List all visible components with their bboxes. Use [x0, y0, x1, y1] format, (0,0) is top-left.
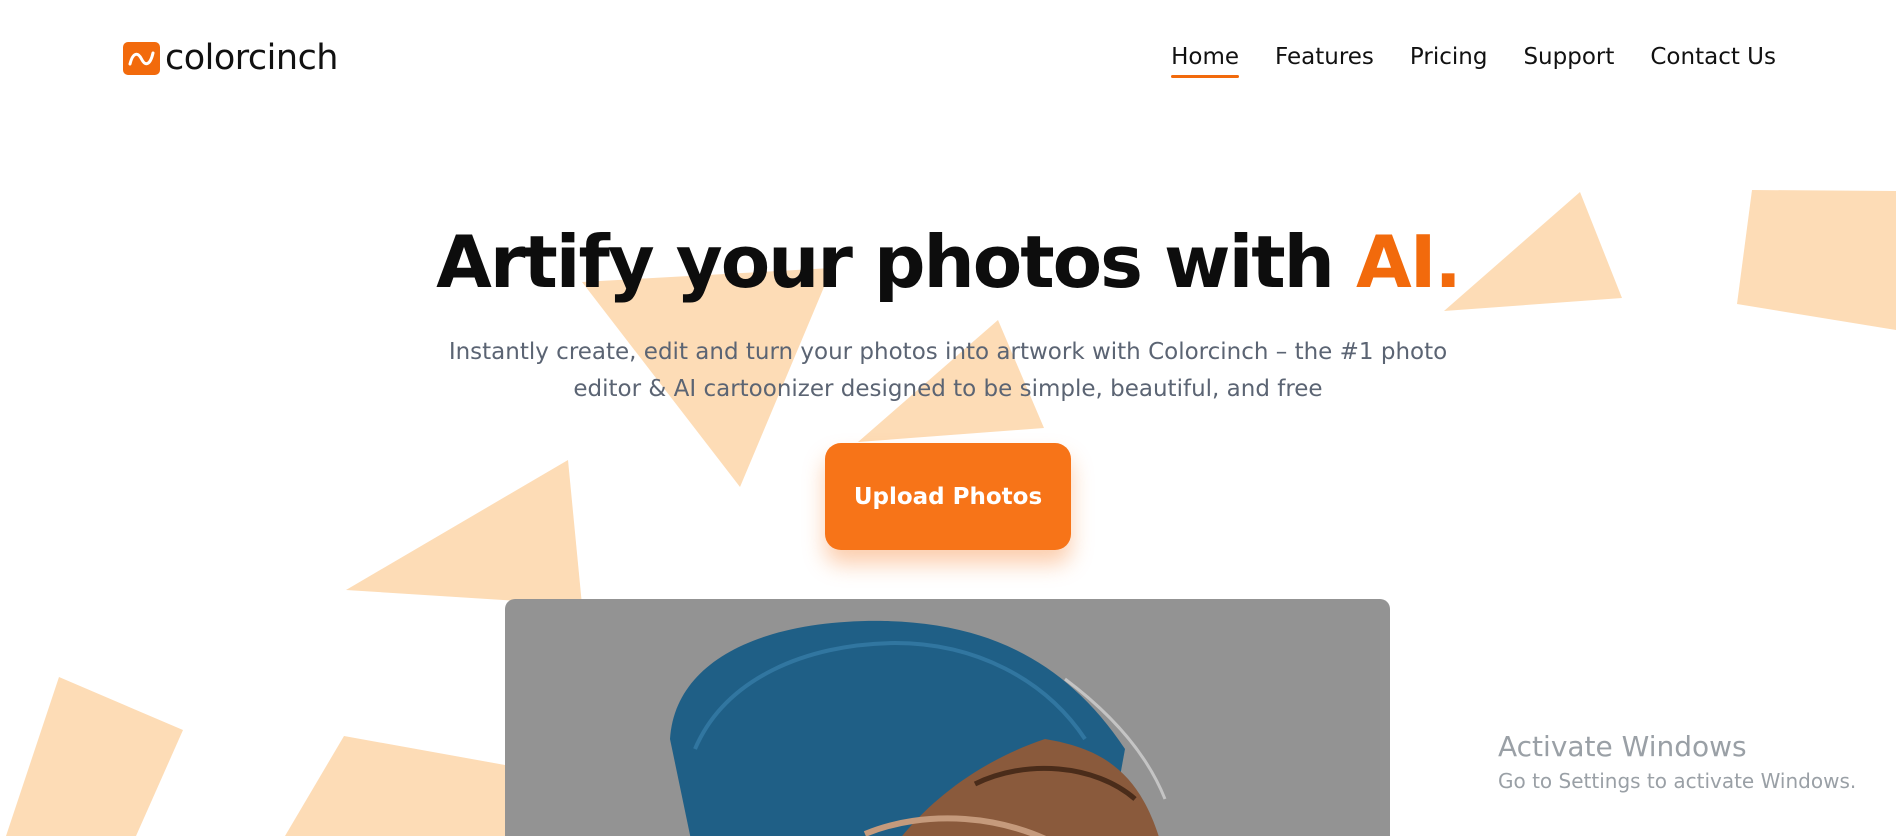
nav-features-link[interactable]: Features — [1275, 42, 1374, 72]
hero-title: Artify your photos with AI. — [0, 220, 1896, 304]
hero-title-accent: AI. — [1356, 220, 1462, 304]
main-nav: Home Features Pricing Support Contact Us — [1135, 42, 1776, 78]
brand-name: colorcinch — [165, 38, 339, 78]
nav-pricing-link[interactable]: Pricing — [1410, 42, 1488, 72]
hero-subtitle-line1: Instantly create, edit and turn your pho… — [448, 339, 1448, 365]
nav-support-link[interactable]: Support — [1523, 42, 1614, 72]
hero-title-main: Artify your photos with — [436, 220, 1356, 304]
site-header: colorcinch Home Features Pricing Support… — [0, 0, 1896, 120]
preview-image — [505, 599, 1390, 836]
hero-subtitle: Instantly create, edit and turn your pho… — [398, 334, 1498, 408]
nav-home-link[interactable]: Home — [1171, 42, 1239, 78]
watermark-title: Activate Windows — [1498, 730, 1747, 763]
watermark-subtitle: Go to Settings to activate Windows. — [1498, 769, 1857, 793]
nav-contact-link[interactable]: Contact Us — [1650, 42, 1776, 72]
windows-activation-watermark: Activate Windows Go to Settings to activ… — [1498, 728, 1856, 796]
decor-triangle — [346, 460, 582, 605]
hero-subtitle-line2: editor & AI cartoonizer designed to be s… — [573, 376, 1323, 402]
decor-quad — [6, 677, 183, 836]
wave-icon — [123, 41, 160, 75]
landing-page: colorcinch Home Features Pricing Support… — [0, 0, 1896, 836]
brand-logo[interactable]: colorcinch — [123, 38, 339, 78]
upload-photos-button[interactable]: Upload Photos — [825, 443, 1071, 550]
preview-photo-art — [670, 620, 1167, 836]
